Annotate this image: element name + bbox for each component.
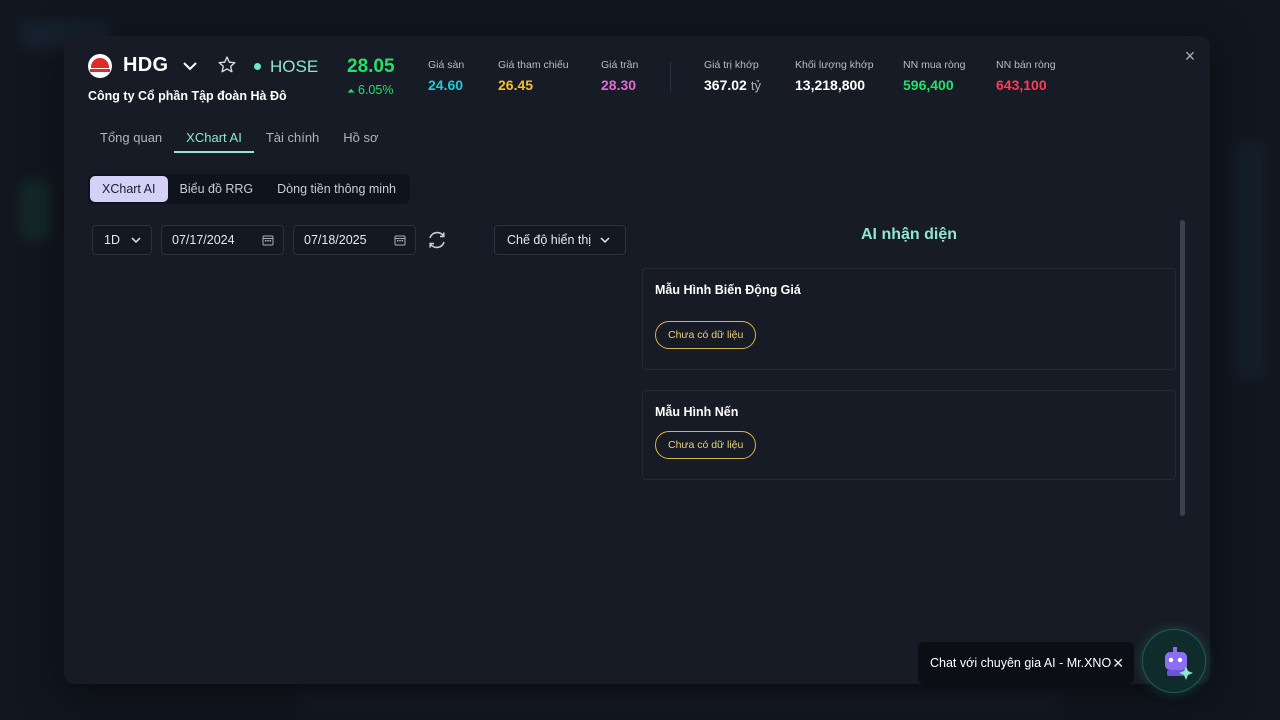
ai-panel-title: AI nhận diện — [861, 226, 957, 243]
stat-matched-volume: Khối lượng khớp 13,218,800 — [795, 59, 874, 93]
stat-value: 26.45 — [498, 77, 534, 93]
stat-value-row: 367.02 tỷ — [704, 77, 761, 93]
stat-foreign-sell: NN bán ròng 643,100 — [996, 59, 1056, 93]
chat-tooltip-text: Chat với chuyên gia AI - Mr.XNO — [930, 656, 1112, 670]
stat-floor: Giá sàn 24.60 — [428, 59, 464, 93]
calendar-icon[interactable] — [394, 234, 406, 246]
stat-label: Giá trị khớp — [704, 59, 759, 71]
sub-tabs: XChart AI Biểu đồ RRG Dòng tiền thông mi… — [88, 174, 410, 204]
stat-value: 643,100 — [996, 77, 1047, 93]
subtab-rrg-chart[interactable]: Biểu đồ RRG — [168, 176, 266, 202]
date-to-value: 07/18/2025 — [304, 233, 367, 247]
calendar-icon[interactable] — [262, 234, 274, 246]
ai-card-price-pattern: Mẫu Hình Biến Động Giá Chưa có dữ liệu — [642, 268, 1176, 370]
tab-finance[interactable]: Tài chính — [254, 130, 331, 153]
tab-profile[interactable]: Hồ sơ — [331, 130, 390, 153]
card-title: Mẫu Hình Nến — [655, 405, 739, 419]
chat-tooltip[interactable]: Chat với chuyên gia AI - Mr.XNO ✕ — [918, 642, 1134, 684]
stat-value: 28.30 — [601, 77, 637, 93]
ai-card-candle-pattern: Mẫu Hình Nến Chưa có dữ liệu — [642, 390, 1176, 480]
stat-value: 367.02 — [704, 77, 747, 93]
robot-icon — [1165, 647, 1193, 680]
date-to-field[interactable]: 07/18/2025 — [293, 225, 416, 255]
stock-ticker: HDG — [123, 54, 169, 76]
exchange-status-dot — [254, 63, 261, 70]
chevron-down-icon[interactable] — [181, 57, 199, 75]
current-price: 28.05 — [347, 56, 395, 77]
stat-label: Giá trần — [601, 59, 639, 71]
stock-detail-modal: × HDG HOSE Công ty Cổ phần Tập đoàn Hà Đ… — [64, 36, 1210, 684]
status-badge: Chưa có dữ liệu — [655, 321, 757, 349]
stat-label: NN mua ròng — [903, 59, 966, 71]
display-mode-select[interactable]: Chế độ hiển thị — [494, 225, 626, 255]
exchange-label: HOSE — [270, 57, 319, 76]
chevron-down-icon — [131, 237, 141, 244]
stat-matched-value: Giá trị khớp 367.02 tỷ — [704, 59, 761, 93]
price-change: ⏶ 6.05% — [347, 83, 393, 97]
star-icon[interactable] — [217, 55, 237, 75]
chevron-down-icon — [600, 237, 610, 244]
stat-unit: tỷ — [750, 78, 761, 93]
tab-xchart-ai[interactable]: XChart AI — [174, 130, 254, 153]
close-tooltip-button[interactable]: ✕ — [1112, 655, 1124, 672]
date-from-value: 07/17/2024 — [172, 233, 235, 247]
stat-label: Giá tham chiếu — [498, 59, 569, 71]
stat-value: 24.60 — [428, 77, 464, 93]
stat-value: 13,218,800 — [795, 77, 866, 93]
stat-label: Giá sàn — [428, 59, 465, 71]
card-title: Mẫu Hình Biến Động Giá — [655, 283, 801, 297]
subtab-xchart-ai[interactable]: XChart AI — [90, 176, 168, 202]
chat-assistant-button[interactable] — [1142, 629, 1206, 693]
stat-value: 596,400 — [903, 77, 954, 93]
status-badge: Chưa có dữ liệu — [655, 431, 757, 459]
interval-value: 1D — [104, 233, 120, 247]
tab-overview[interactable]: Tổng quan — [88, 130, 174, 153]
interval-select[interactable]: 1D — [92, 225, 152, 255]
subtab-smart-money[interactable]: Dòng tiền thông minh — [265, 176, 408, 202]
stat-reference: Giá tham chiếu 26.45 — [498, 59, 569, 93]
stat-ceiling: Giá trần 28.30 — [601, 59, 638, 93]
main-tabs: Tổng quan XChart AI Tài chính Hồ sơ — [88, 130, 391, 153]
double-up-arrow-icon: ⏶ — [347, 86, 355, 97]
display-mode-label: Chế độ hiển thị — [507, 233, 592, 247]
close-modal-button[interactable]: × — [1182, 47, 1198, 65]
company-name: Công ty Cổ phần Tập đoàn Hà Đô — [88, 89, 287, 103]
refresh-icon[interactable] — [426, 229, 448, 251]
date-from-field[interactable]: 07/17/2024 — [161, 225, 284, 255]
stat-label: NN bán ròng — [996, 59, 1056, 71]
divider — [670, 62, 671, 92]
company-logo — [88, 54, 112, 78]
stat-foreign-buy: NN mua ròng 596,400 — [903, 59, 965, 93]
stat-label: Khối lượng khớp — [795, 59, 874, 71]
scrollbar[interactable] — [1180, 220, 1185, 516]
price-change-pct: 6.05% — [358, 83, 394, 97]
